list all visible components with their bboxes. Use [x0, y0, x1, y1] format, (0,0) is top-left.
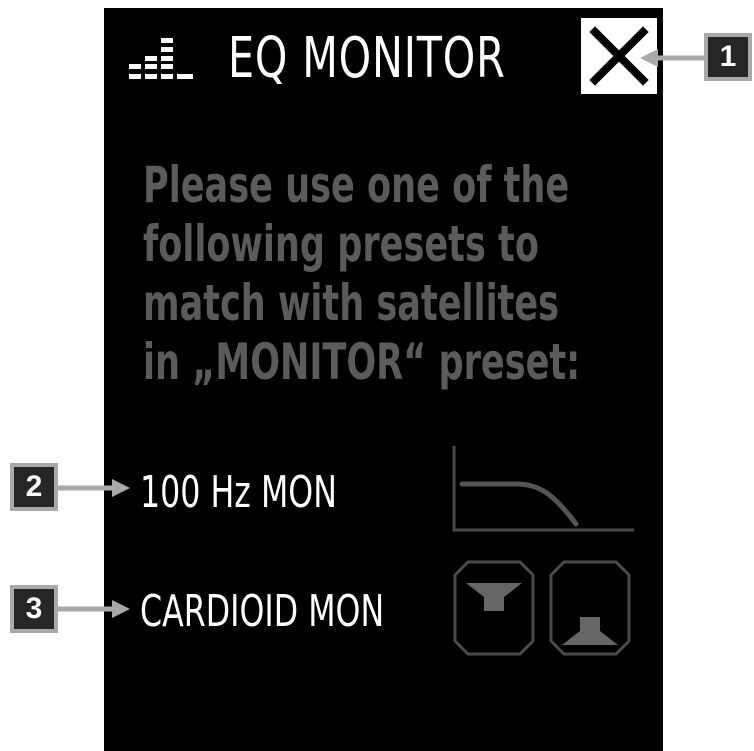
instruction-line: match with satellites	[143, 274, 560, 332]
preset-cardioid-mon[interactable]: CARDIOID MON	[140, 586, 384, 637]
cardioid-speaker-down-button[interactable]	[452, 559, 536, 657]
callout-badge-1: 1	[704, 33, 752, 81]
callout-arrow-3	[58, 600, 130, 618]
callout-arrow-2	[58, 479, 130, 497]
preset-100hz-mon[interactable]: 100 Hz MON	[140, 467, 337, 518]
instruction-line: in „MONITOR“ preset:	[143, 333, 581, 391]
callout-arrow-1	[640, 49, 706, 67]
callout-badge-3: 3	[10, 585, 58, 633]
instruction-line: Please use one of the	[143, 156, 570, 214]
eq-monitor-panel: EQ MONITOR Please use one of the followi…	[104, 8, 663, 751]
cardioid-speaker-up-button[interactable]	[548, 559, 632, 657]
instruction-line: following presets to	[143, 215, 539, 273]
callout-badge-2: 2	[10, 463, 58, 511]
speaker-facing-up-icon	[549, 560, 631, 656]
speaker-facing-down-icon	[453, 560, 535, 656]
page-title: EQ MONITOR	[228, 26, 506, 91]
low-cut-filter-icon	[452, 446, 634, 532]
equalizer-icon	[129, 38, 193, 79]
instruction-text: Please use one of the following presets …	[143, 156, 611, 392]
